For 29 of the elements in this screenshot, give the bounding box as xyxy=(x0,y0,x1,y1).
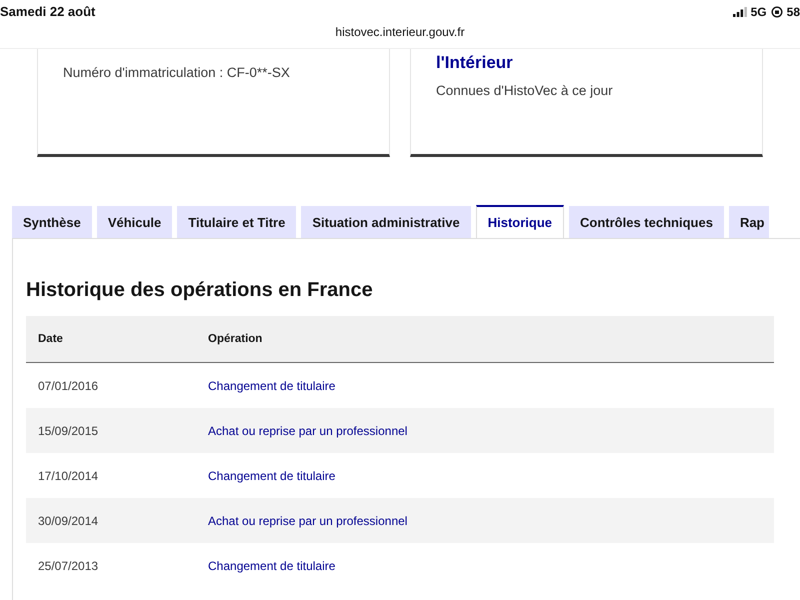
battery-percent: 58 xyxy=(786,4,800,18)
column-header: Date xyxy=(37,333,64,345)
operation-link[interactable]: Changement de titulaire xyxy=(208,558,336,572)
date-cell-text: 07/01/2016 xyxy=(37,378,100,392)
card-subtitle: Numéro d'immatriculation : CF-0**-SX xyxy=(63,65,291,80)
operation-link[interactable]: Achat ou reprise par un professionnel xyxy=(208,514,408,528)
tab[interactable]: Synthèse xyxy=(12,206,92,238)
rotation-lock-icon xyxy=(770,6,783,18)
tab[interactable]: Véhicule xyxy=(96,206,172,238)
tab[interactable]: Situation administrative xyxy=(301,206,471,238)
section-title: Historique des opérations en France xyxy=(26,279,374,302)
tab[interactable]: Historique xyxy=(476,205,564,238)
date-cell-text: 25/07/2013 xyxy=(37,558,100,572)
status-date: Samedi 22 août xyxy=(0,4,96,19)
operation-link[interactable]: Achat ou reprise par un professionnel xyxy=(208,424,408,438)
operation-link[interactable]: Changement de titulaire xyxy=(208,468,336,482)
tab[interactable]: Titulaire et Titre xyxy=(177,206,296,238)
card-title[interactable]: l'Intérieur xyxy=(436,53,737,73)
signal-icon xyxy=(732,6,747,16)
date-cell-text: 15/09/2015 xyxy=(37,424,100,438)
network-label: 5G xyxy=(750,4,767,18)
date-cell-text: 17/10/2014 xyxy=(37,468,100,482)
tab[interactable]: Contrôles techniques xyxy=(569,206,724,238)
tab[interactable]: Rap xyxy=(728,206,768,238)
date-cell-text: 30/09/2014 xyxy=(37,514,100,528)
url-bar[interactable]: histovec.interieur.gouv.fr xyxy=(335,25,465,39)
card-subtitle: Connues d'HistoVec à ce jour xyxy=(436,83,614,98)
operation-link[interactable]: Changement de titulaire xyxy=(208,378,336,392)
column-header: Opération xyxy=(208,333,262,345)
